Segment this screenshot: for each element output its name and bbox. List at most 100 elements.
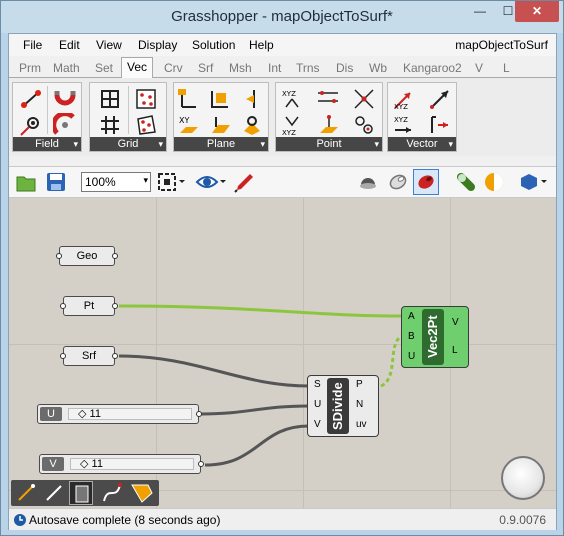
curve-tool-icon[interactable]	[101, 482, 123, 504]
open-file-icon[interactable]	[15, 171, 37, 193]
point-oriented-icon[interactable]	[352, 113, 376, 137]
vector-2pt-icon[interactable]	[428, 87, 452, 111]
menu-view[interactable]: View	[96, 38, 122, 52]
vector-xyz-icon[interactable]: XYZ	[392, 113, 416, 137]
chevron-down-icon[interactable]: ▾	[143, 175, 148, 186]
zoom-combobox[interactable]: 100% ▾	[81, 172, 151, 192]
srf-param[interactable]: Srf	[60, 346, 118, 366]
deconstruct-point-icon[interactable]: XYZ	[280, 113, 304, 137]
vec2pt-input-u[interactable]: U	[408, 351, 415, 362]
menu-help[interactable]: Help	[249, 38, 274, 52]
spin-force-icon[interactable]	[53, 113, 77, 137]
cluster-tool-button[interactable]	[69, 481, 93, 505]
sdivide-input-s[interactable]: S	[314, 379, 321, 390]
tab-set[interactable]: Set	[95, 61, 113, 75]
vec2pt-output-l[interactable]: L	[452, 345, 458, 356]
construct-plane-icon[interactable]	[208, 87, 232, 111]
deconstruct-vector-icon[interactable]	[428, 113, 452, 137]
menu-display[interactable]: Display	[138, 38, 177, 52]
eye-preview-icon[interactable]	[195, 172, 227, 192]
sdivide-output-uv[interactable]: uv	[356, 419, 367, 430]
panel-label-plane[interactable]: Plane ▾	[174, 137, 268, 151]
vec2pt-input-b[interactable]: B	[408, 331, 415, 342]
pt-param[interactable]: Pt	[60, 296, 118, 316]
closest-points-icon[interactable]	[352, 87, 376, 111]
project-point-icon[interactable]	[316, 113, 340, 137]
expand-icon[interactable]: ▾	[158, 137, 163, 151]
output-grip[interactable]	[112, 303, 118, 309]
v-number-slider[interactable]: V ◇ 11	[39, 454, 204, 474]
tab-int[interactable]: Int	[268, 61, 281, 75]
slider-value[interactable]: ◇ 11	[80, 457, 103, 470]
expand-icon[interactable]: ▾	[260, 137, 265, 151]
plane-origin-icon[interactable]	[208, 113, 232, 137]
square-grid-icon[interactable]	[98, 87, 122, 111]
grasshopper-canvas[interactable]: Geo Pt Srf U ◇ 11 V ◇ 11 S U V SDivide P…	[9, 198, 556, 508]
output-grip[interactable]	[198, 461, 204, 467]
menu-edit[interactable]: Edit	[59, 38, 80, 52]
save-file-icon[interactable]	[45, 171, 67, 193]
input-grip[interactable]	[56, 253, 62, 259]
tab-trns[interactable]: Trns	[296, 61, 320, 75]
xy-plane-icon[interactable]: XY	[176, 113, 200, 137]
rectangular-grid-icon[interactable]	[98, 113, 122, 137]
numbers-to-points-icon[interactable]	[316, 87, 340, 111]
tab-math[interactable]: Math	[53, 61, 80, 75]
minimize-button[interactable]: —	[467, 1, 493, 22]
zoom-extents-icon[interactable]	[157, 172, 187, 192]
close-button[interactable]: ✕	[515, 1, 559, 22]
output-grip[interactable]	[112, 353, 118, 359]
tab-vec[interactable]: Vec	[121, 57, 154, 79]
sdivide-input-v[interactable]: V	[314, 419, 321, 430]
tab-msh[interactable]: Msh	[229, 61, 252, 75]
tab-l[interactable]: L	[503, 61, 510, 75]
geo-param[interactable]: Geo	[56, 246, 118, 266]
navigation-compass-icon[interactable]	[501, 456, 545, 500]
tab-prm[interactable]: Prm	[19, 61, 41, 75]
line-tool-icon[interactable]	[43, 482, 65, 504]
sdivide-input-u[interactable]: U	[314, 399, 321, 410]
menu-solution[interactable]: Solution	[192, 38, 235, 52]
panel-label-grid[interactable]: Grid ▾	[90, 137, 166, 151]
sketch-pen-icon[interactable]	[233, 170, 257, 194]
tab-dis[interactable]: Dis	[336, 61, 353, 75]
input-grip[interactable]	[60, 353, 66, 359]
point-charge-icon[interactable]	[19, 113, 43, 137]
preview-wireframe-icon[interactable]	[357, 171, 379, 193]
rotate-plane-icon[interactable]	[240, 113, 264, 137]
expand-icon[interactable]: ▾	[374, 137, 379, 151]
slider-value[interactable]: ◇ 11	[78, 407, 101, 420]
group-tool-icon[interactable]	[129, 482, 155, 504]
align-plane-icon[interactable]	[176, 87, 200, 111]
tab-wb[interactable]: Wb	[369, 61, 387, 75]
tab-kangaroo2[interactable]: Kangaroo2	[403, 61, 462, 75]
line-charge-icon[interactable]	[19, 87, 43, 111]
panel-label-vector[interactable]: Vector ▾	[388, 137, 456, 151]
plane-normal-icon[interactable]	[240, 87, 264, 111]
expand-icon[interactable]: ▾	[73, 137, 78, 151]
magnet-icon[interactable]	[53, 87, 77, 111]
populate-geometry-icon[interactable]	[134, 113, 158, 137]
output-grip[interactable]	[196, 411, 202, 417]
output-grip[interactable]	[112, 253, 118, 259]
sdivide-output-p[interactable]: P	[356, 379, 363, 390]
construct-point-icon[interactable]: XYZ	[280, 87, 304, 111]
sdivide-component[interactable]: S U V SDivide P N uv	[307, 375, 379, 437]
tab-srf[interactable]: Srf	[198, 61, 213, 75]
populate-2d-icon[interactable]	[134, 87, 158, 111]
vec2pt-component[interactable]: A B U Vec2Pt V L	[401, 306, 469, 368]
display-mode-icon[interactable]	[519, 171, 549, 193]
panel-label-point[interactable]: Point ▾	[276, 137, 382, 151]
u-number-slider[interactable]: U ◇ 11	[37, 404, 202, 424]
tab-crv[interactable]: Crv	[164, 61, 183, 75]
draw-wire-icon[interactable]	[15, 482, 37, 504]
preview-shaded-icon[interactable]	[387, 171, 409, 193]
vec2pt-output-v[interactable]: V	[452, 317, 459, 328]
panel-label-field[interactable]: Field ▾	[13, 137, 81, 151]
input-grip[interactable]	[60, 303, 66, 309]
tab-v[interactable]: V	[475, 61, 483, 75]
vec2pt-input-a[interactable]: A	[408, 311, 415, 322]
expand-icon[interactable]: ▾	[448, 137, 453, 151]
gradient-sphere-icon[interactable]	[483, 171, 505, 193]
unit-vector-icon[interactable]: XYZ	[392, 87, 416, 111]
